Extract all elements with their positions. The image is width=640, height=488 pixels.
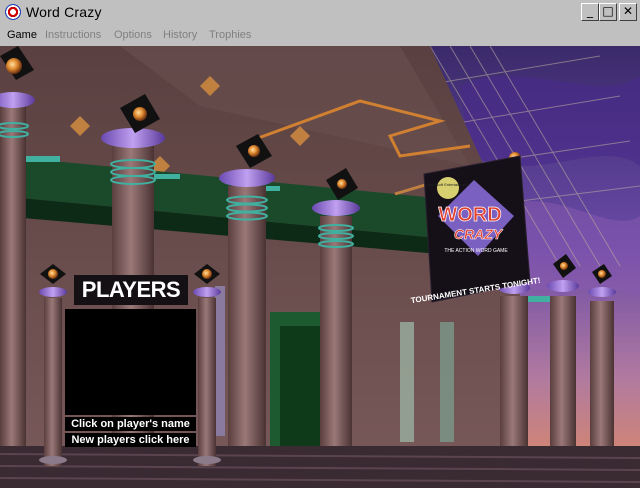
- banner-tagline: THE ACTION WORD GAME: [444, 248, 508, 254]
- banner-logo-crazy: CRAZY: [454, 226, 504, 242]
- title-bar[interactable]: Word Crazy _ □ ✕: [0, 0, 640, 27]
- menu-history[interactable]: History: [163, 29, 197, 41]
- menu-bar: Game Instructions Options History Trophi…: [0, 26, 640, 46]
- menu-game[interactable]: Game: [7, 29, 37, 41]
- banner-logo-word: WORD: [438, 204, 501, 226]
- app-window: Word Crazy _ □ ✕ Game Instructions Optio…: [0, 0, 640, 488]
- players-panel-title: PLAYERS: [74, 275, 188, 305]
- window-title: Word Crazy: [26, 4, 102, 20]
- minimize-button[interactable]: _: [581, 3, 599, 21]
- menu-options[interactable]: Options: [114, 29, 152, 41]
- app-icon[interactable]: [5, 4, 21, 20]
- players-list[interactable]: [65, 309, 196, 415]
- banner-badge-text: Microsoft Entertainment: [427, 182, 470, 187]
- click-player-name-hint[interactable]: Click on player's name: [65, 417, 196, 431]
- close-button[interactable]: ✕: [619, 3, 637, 21]
- menu-trophies[interactable]: Trophies: [209, 29, 251, 41]
- new-players-button[interactable]: New players click here: [65, 433, 196, 447]
- arena-scene: Microsoft Entertainment WORD CRAZY THE A…: [0, 46, 640, 488]
- menu-instructions[interactable]: Instructions: [45, 29, 101, 41]
- maximize-button[interactable]: □: [599, 3, 617, 21]
